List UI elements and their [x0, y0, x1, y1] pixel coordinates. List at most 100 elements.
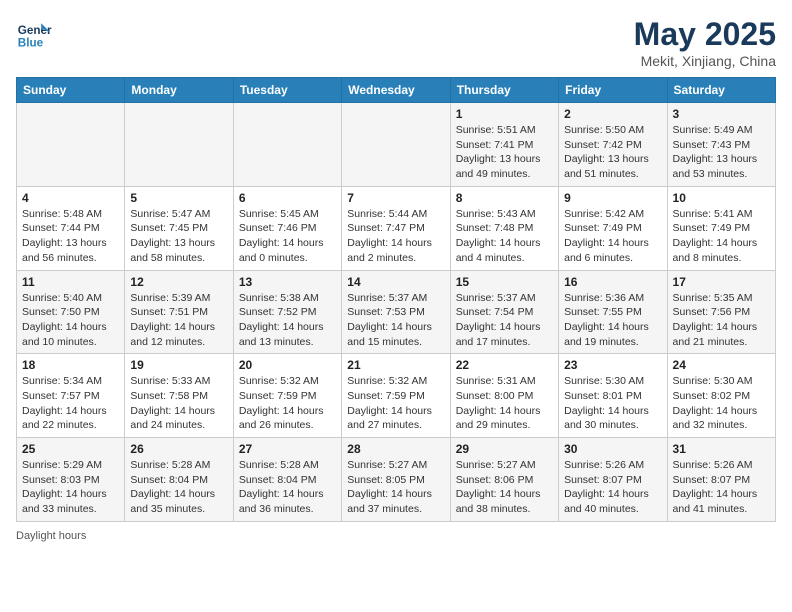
day-number: 12 [130, 275, 227, 289]
day-info: Sunrise: 5:29 AM Sunset: 8:03 PM Dayligh… [22, 458, 119, 517]
day-info: Sunrise: 5:39 AM Sunset: 7:51 PM Dayligh… [130, 291, 227, 350]
day-number: 19 [130, 358, 227, 372]
calendar-cell: 21Sunrise: 5:32 AM Sunset: 7:59 PM Dayli… [342, 354, 450, 438]
day-info: Sunrise: 5:47 AM Sunset: 7:45 PM Dayligh… [130, 207, 227, 266]
day-number: 28 [347, 442, 444, 456]
calendar-cell [342, 103, 450, 187]
day-number: 5 [130, 191, 227, 205]
calendar-cell: 25 Sunrise: 5:29 AM Sunset: 8:03 PM Dayli… [17, 438, 125, 522]
day-info: Sunrise: 5:42 AM Sunset: 7:49 PM Dayligh… [564, 207, 661, 266]
calendar-cell: 3 Sunrise: 5:49 AM Sunset: 7:43 PM Daylig… [667, 103, 775, 187]
calendar-cell: 11 Sunrise: 5:40 AM Sunset: 7:50 PM Dayli… [17, 270, 125, 354]
calendar-cell: 2Sunrise: 5:50 AM Sunset: 7:42 PM Daylig… [559, 103, 667, 187]
calendar-cell: 22 Sunrise: 5:31 AM Sunset: 8:00 PM Dayli… [450, 354, 558, 438]
day-info: Sunrise: 5:34 AM Sunset: 7:57 PM Dayligh… [22, 374, 119, 433]
day-number: 8 [456, 191, 553, 205]
day-number: 14 [347, 275, 444, 289]
calendar-cell: 7 Sunrise: 5:44 AM Sunset: 7:47 PM Daylig… [342, 186, 450, 270]
day-of-week-header: Sunday [17, 78, 125, 103]
day-number: 23 [564, 358, 661, 372]
day-number: 17 [673, 275, 770, 289]
day-number: 29 [456, 442, 553, 456]
footer: Daylight hours [16, 530, 776, 542]
day-of-week-header: Saturday [667, 78, 775, 103]
calendar-cell: 26 Sunrise: 5:28 AM Sunset: 8:04 PM Dayli… [125, 438, 233, 522]
day-of-week-header: Friday [559, 78, 667, 103]
day-info: Sunrise: 5:36 AM Sunset: 7:55 PM Dayligh… [564, 291, 661, 350]
day-info: Sunrise: 5:41 AM Sunset: 7:49 PM Dayligh… [673, 207, 770, 266]
day-info: Sunrise: 5:26 AM Sunset: 8:07 PM Dayligh… [564, 458, 661, 517]
day-info: Sunrise: 5:30 AM Sunset: 8:01 PM Dayligh… [564, 374, 661, 433]
calendar-cell: 24 Sunrise: 5:30 AM Sunset: 8:02 PM Dayli… [667, 354, 775, 438]
day-info: Sunrise: 5:44 AM Sunset: 7:47 PM Dayligh… [347, 207, 444, 266]
day-info: Sunrise: 5:30 AM Sunset: 8:02 PM Dayligh… [673, 374, 770, 433]
calendar-cell: 9 Sunrise: 5:42 AM Sunset: 7:49 PM Daylig… [559, 186, 667, 270]
calendar-cell [233, 103, 341, 187]
calendar-cell: 5 Sunrise: 5:47 AM Sunset: 7:45 PM Daylig… [125, 186, 233, 270]
day-info: Sunrise: 5:45 AM Sunset: 7:46 PM Dayligh… [239, 207, 336, 266]
day-info: Sunrise: 5:38 AM Sunset: 7:52 PM Dayligh… [239, 291, 336, 350]
day-number: 25 [22, 442, 119, 456]
day-info: Sunrise: 5:31 AM Sunset: 8:00 PM Dayligh… [456, 374, 553, 433]
title-block: May 2025 Mekit, Xinjiang, China [634, 16, 776, 69]
day-number: 6 [239, 191, 336, 205]
day-number: 13 [239, 275, 336, 289]
day-number: 31 [673, 442, 770, 456]
day-info: Sunrise: 5:49 AM Sunset: 7:43 PM Dayligh… [673, 123, 770, 182]
day-number: 30 [564, 442, 661, 456]
day-info: Sunrise: 5:26 AM Sunset: 8:07 PM Dayligh… [673, 458, 770, 517]
day-info: Sunrise: 5:37 AM Sunset: 7:53 PM Dayligh… [347, 291, 444, 350]
day-number: 7 [347, 191, 444, 205]
calendar-cell: 15Sunrise: 5:37 AM Sunset: 7:54 PM Dayli… [450, 270, 558, 354]
day-info: Sunrise: 5:43 AM Sunset: 7:48 PM Dayligh… [456, 207, 553, 266]
day-number: 4 [22, 191, 119, 205]
calendar-cell: 12 Sunrise: 5:39 AM Sunset: 7:51 PM Dayli… [125, 270, 233, 354]
calendar-cell: 16 Sunrise: 5:36 AM Sunset: 7:55 PM Dayli… [559, 270, 667, 354]
calendar-cell [17, 103, 125, 187]
calendar-cell: 30 Sunrise: 5:26 AM Sunset: 8:07 PM Dayli… [559, 438, 667, 522]
day-info: Sunrise: 5:28 AM Sunset: 8:04 PM Dayligh… [130, 458, 227, 517]
day-info: Sunrise: 5:35 AM Sunset: 7:56 PM Dayligh… [673, 291, 770, 350]
calendar-cell: 17 Sunrise: 5:35 AM Sunset: 7:56 PM Dayli… [667, 270, 775, 354]
day-of-week-header: Thursday [450, 78, 558, 103]
day-info: Sunrise: 5:33 AM Sunset: 7:58 PM Dayligh… [130, 374, 227, 433]
logo-icon: General Blue [16, 16, 52, 52]
day-number: 21 [347, 358, 444, 372]
day-info: Sunrise: 5:32 AM Sunset: 7:59 PM Dayligh… [239, 374, 336, 433]
day-info: Sunrise: 5:50 AM Sunset: 7:42 PM Dayligh… [564, 123, 661, 182]
calendar-cell: 23 Sunrise: 5:30 AM Sunset: 8:01 PM Dayli… [559, 354, 667, 438]
day-info: Sunrise: 5:28 AM Sunset: 8:04 PM Dayligh… [239, 458, 336, 517]
calendar-cell: 13 Sunrise: 5:38 AM Sunset: 7:52 PM Dayli… [233, 270, 341, 354]
svg-text:Blue: Blue [18, 37, 44, 50]
day-number: 10 [673, 191, 770, 205]
day-number: 20 [239, 358, 336, 372]
calendar-cell: 19 Sunrise: 5:33 AM Sunset: 7:58 PM Dayli… [125, 354, 233, 438]
location-subtitle: Mekit, Xinjiang, China [634, 53, 776, 69]
day-number: 9 [564, 191, 661, 205]
calendar-cell: 28 Sunrise: 5:27 AM Sunset: 8:05 PM Dayli… [342, 438, 450, 522]
day-number: 16 [564, 275, 661, 289]
day-of-week-header: Tuesday [233, 78, 341, 103]
day-number: 11 [22, 275, 119, 289]
day-of-week-header: Monday [125, 78, 233, 103]
calendar-cell: 18 Sunrise: 5:34 AM Sunset: 7:57 PM Dayli… [17, 354, 125, 438]
calendar-cell: 14 Sunrise: 5:37 AM Sunset: 7:53 PM Dayli… [342, 270, 450, 354]
day-number: 27 [239, 442, 336, 456]
calendar-cell: 29Sunrise: 5:27 AM Sunset: 8:06 PM Dayli… [450, 438, 558, 522]
day-info: Sunrise: 5:40 AM Sunset: 7:50 PM Dayligh… [22, 291, 119, 350]
day-number: 3 [673, 107, 770, 121]
calendar-cell: 10 Sunrise: 5:41 AM Sunset: 7:49 PM Dayli… [667, 186, 775, 270]
logo: General Blue [16, 16, 52, 52]
calendar-cell: 31 Sunrise: 5:26 AM Sunset: 8:07 PM Dayli… [667, 438, 775, 522]
day-number: 18 [22, 358, 119, 372]
calendar-cell: 27 Sunrise: 5:28 AM Sunset: 8:04 PM Dayli… [233, 438, 341, 522]
day-info: Sunrise: 5:27 AM Sunset: 8:05 PM Dayligh… [347, 458, 444, 517]
day-number: 24 [673, 358, 770, 372]
calendar-cell: 1 Sunrise: 5:51 AM Sunset: 7:41 PM Daylig… [450, 103, 558, 187]
day-number: 26 [130, 442, 227, 456]
day-number: 1 [456, 107, 553, 121]
calendar-cell: 8 Sunrise: 5:43 AM Sunset: 7:48 PM Daylig… [450, 186, 558, 270]
day-number: 22 [456, 358, 553, 372]
calendar-cell: 6 Sunrise: 5:45 AM Sunset: 7:46 PM Daylig… [233, 186, 341, 270]
day-info: Sunrise: 5:51 AM Sunset: 7:41 PM Dayligh… [456, 123, 553, 182]
